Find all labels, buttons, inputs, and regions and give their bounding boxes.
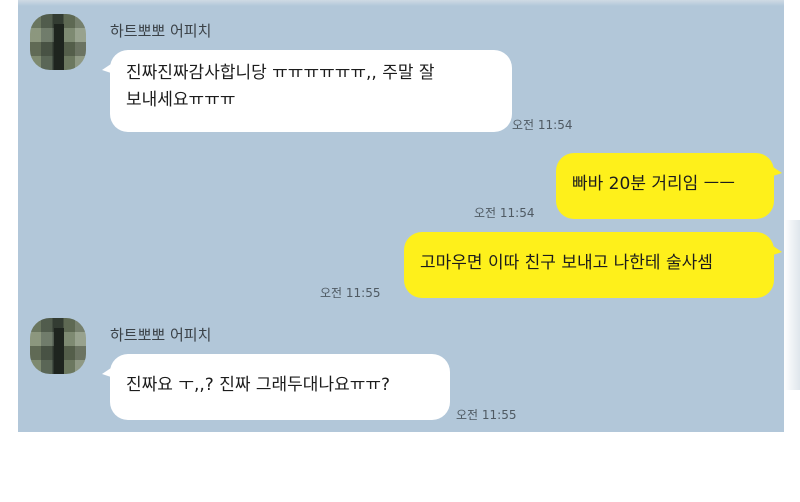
message-time: 오전 11:54	[474, 206, 535, 220]
message-bubble-incoming[interactable]: 진짜진짜감사합니당 ㅠㅠㅠㅠㅠㅠ,, 주말 잘 보내세요ㅠㅠㅠ	[102, 50, 512, 132]
avatar-figure	[54, 328, 64, 374]
message-time: 오전 11:54	[512, 118, 573, 132]
avatar[interactable]	[30, 14, 86, 70]
message-bubble-incoming[interactable]: 진짜요 ㅜ,,? 진짜 그래두대나요ㅠㅠ?	[102, 354, 450, 420]
message-line: 진짜진짜감사합니당 ㅠㅠㅠㅠㅠㅠ,, 주말 잘	[126, 63, 435, 83]
message-line: 진짜요 ㅜ,,? 진짜 그래두대나요ㅠㅠ?	[126, 375, 391, 395]
message-bubble-outgoing[interactable]: 빠바 20분 거리임 ㅡㅡ	[556, 153, 782, 219]
sender-name: 하트뽀뽀 어피치	[110, 22, 212, 40]
top-divider	[18, 0, 784, 6]
sender-name: 하트뽀뽀 어피치	[110, 326, 212, 344]
message-time: 오전 11:55	[456, 408, 517, 422]
message-line: 보내세요ㅠㅠㅠ	[126, 90, 236, 110]
avatar[interactable]	[30, 318, 86, 374]
chat-room[interactable]: 하트뽀뽀 어피치 진짜진짜감사합니당 ㅠㅠㅠㅠㅠㅠ,, 주말 잘 보내세요ㅠㅠㅠ…	[18, 0, 784, 432]
avatar-figure	[54, 24, 64, 70]
scrollbar-edge	[784, 220, 800, 390]
message-line: 빠바 20분 거리임 ㅡㅡ	[572, 174, 735, 194]
message-time: 오전 11:55	[320, 286, 381, 300]
message-bubble-outgoing[interactable]: 고마우면 이따 친구 보내고 나한테 술사셈	[404, 232, 782, 298]
message-line: 고마우면 이따 친구 보내고 나한테 술사셈	[420, 253, 713, 273]
